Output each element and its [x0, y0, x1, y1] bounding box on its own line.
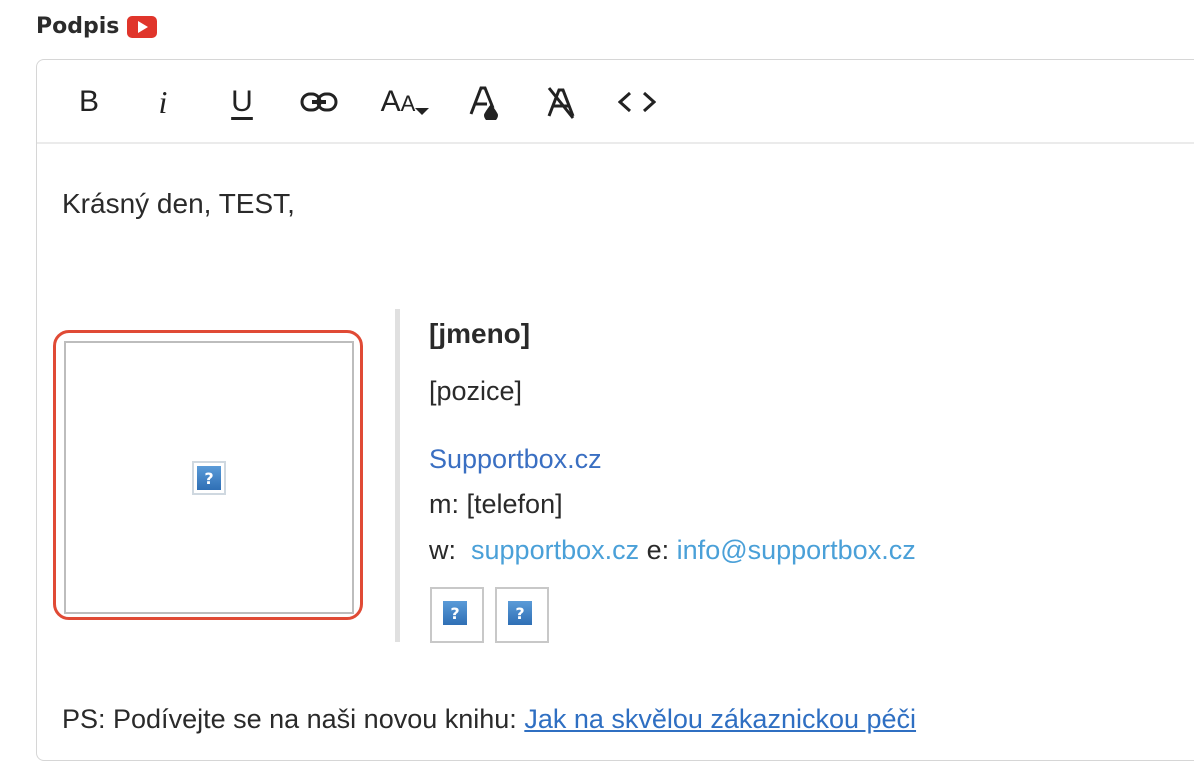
signature-editor[interactable]: B i U AA Krásný den, TEST, ? [jmeno] [po…	[36, 59, 1194, 761]
link-button[interactable]	[299, 82, 339, 122]
section-title: Podpis	[36, 14, 120, 39]
web-email-line: w: supportbox.cz e: info@supportbox.cz	[429, 535, 916, 566]
italic-icon: i	[158, 83, 168, 120]
underline-icon: U	[231, 85, 253, 118]
youtube-play-icon[interactable]	[127, 15, 158, 38]
phone-value: [telefon]	[466, 489, 563, 519]
clear-format-button[interactable]	[543, 82, 577, 122]
company-link[interactable]: Supportbox.cz	[429, 444, 602, 475]
underline-button[interactable]: U	[226, 82, 258, 122]
phone-label: m:	[429, 489, 459, 519]
broken-image-icon: ?	[440, 598, 474, 632]
italic-button[interactable]: i	[153, 82, 173, 122]
text-color-icon	[469, 86, 498, 120]
ps-text: PS: Podívejte se na naši novou knihu:	[62, 704, 517, 734]
signature-divider	[395, 309, 400, 642]
email-link[interactable]: info@supportbox.cz	[677, 535, 916, 565]
font-size-button[interactable]: AA	[373, 82, 437, 122]
email-label: e:	[646, 535, 670, 565]
profile-photo-placeholder[interactable]: ?	[64, 341, 354, 614]
phone-line: m: [telefon]	[429, 489, 563, 520]
section-label: Podpis	[36, 14, 158, 39]
text-color-button[interactable]	[467, 82, 501, 122]
signature-name: [jmeno]	[429, 318, 531, 349]
signature-position: [pozice]	[429, 376, 523, 406]
font-size-icon: AA	[380, 85, 416, 118]
link-icon	[300, 92, 338, 112]
ps-line: PS: Podívejte se na naši novou knihu: Ja…	[62, 704, 916, 735]
web-link[interactable]: supportbox.cz	[471, 535, 639, 565]
broken-image-icon: ?	[505, 598, 539, 632]
book-link[interactable]: Jak na skvělou zákaznickou péči	[524, 704, 916, 734]
web-label: w:	[429, 535, 456, 565]
greeting-text: Krásný den, TEST,	[62, 188, 295, 219]
code-view-button[interactable]	[617, 82, 657, 122]
clear-format-icon	[547, 87, 575, 119]
editor-content[interactable]: Krásný den, TEST, ? [jmeno] [pozice] Sup…	[37, 144, 1194, 760]
social-icon-2[interactable]: ?	[495, 587, 549, 643]
bold-icon: B	[78, 85, 99, 118]
chevron-down-icon	[415, 108, 430, 115]
bold-button[interactable]: B	[75, 82, 103, 122]
editor-toolbar: B i U AA	[37, 60, 1194, 144]
code-icon	[618, 91, 656, 113]
broken-image-icon: ?	[192, 461, 226, 495]
social-icon-1[interactable]: ?	[430, 587, 484, 643]
